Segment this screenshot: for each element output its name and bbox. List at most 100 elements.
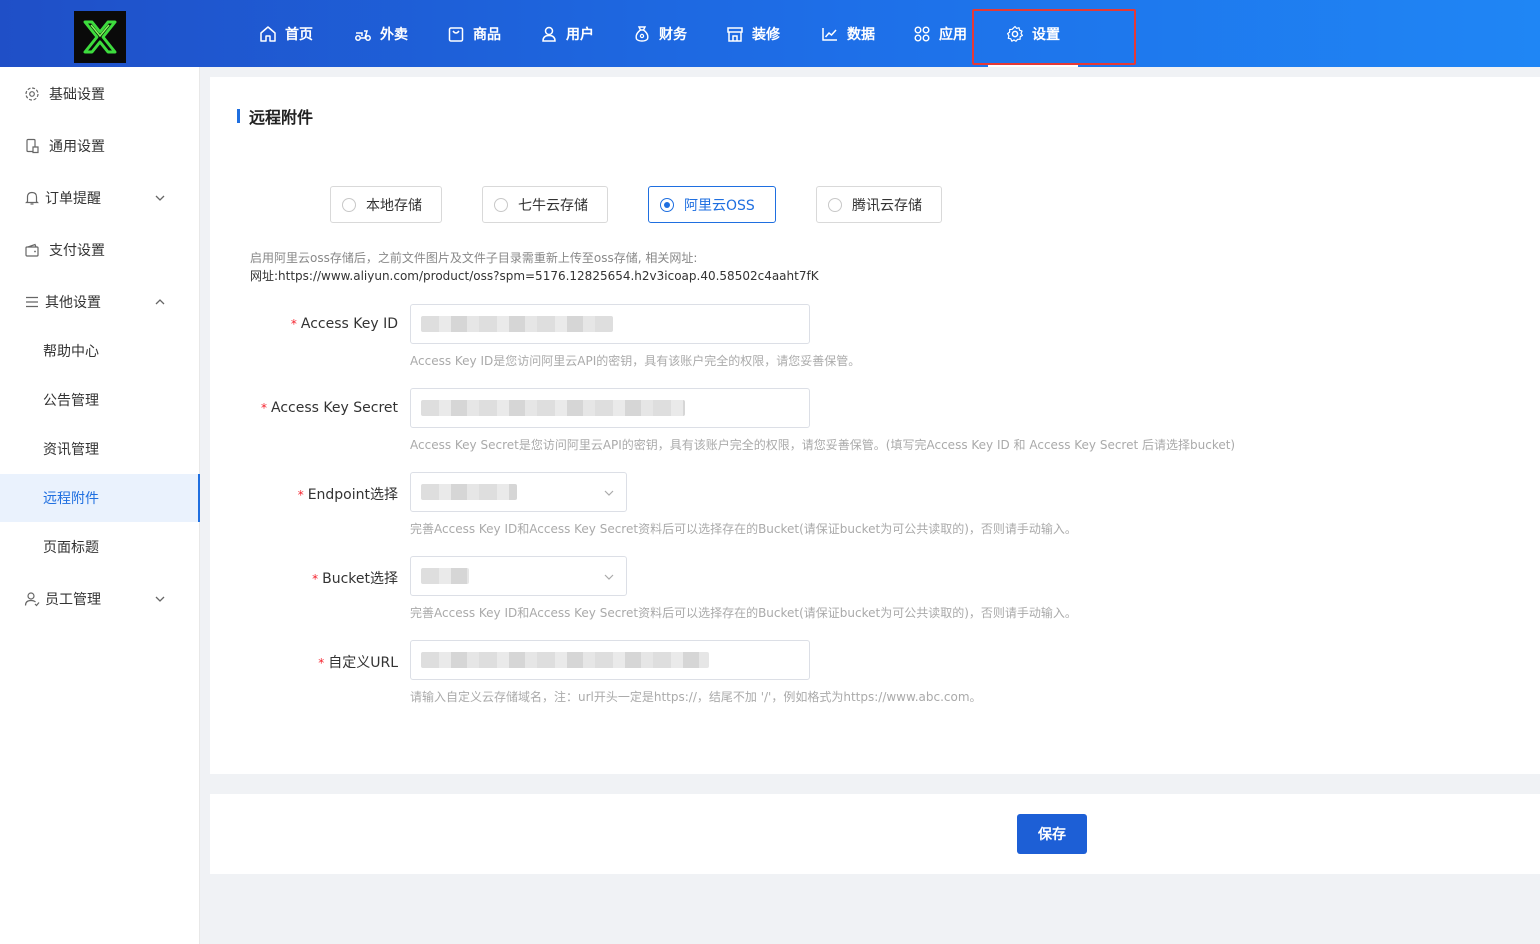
sidebar-subitem-label: 页面标题 (43, 540, 99, 556)
storage-option-aliyun-oss[interactable]: 阿里云OSS (648, 186, 776, 223)
custom-url-label: * 自定义URL (318, 655, 398, 671)
sidebar-subitem-remote-attachment[interactable]: 远程附件 (0, 474, 200, 522)
custom-url-help: 请输入自定义云存储域名，注：url开头一定是https://，结尾不加 '/'，… (410, 690, 982, 704)
page-title: 远程附件 (237, 106, 313, 127)
sidebar-subitem-page-title[interactable]: 页面标题 (0, 523, 199, 571)
endpoint-select[interactable] (410, 472, 627, 512)
nav-data[interactable]: 数据 (821, 0, 875, 67)
sidebar-subitem-announcements[interactable]: 公告管理 (0, 376, 199, 424)
storage-option-qiniu[interactable]: 七牛云存储 (482, 186, 608, 223)
access-key-secret-input[interactable] (410, 388, 810, 428)
masked-value (421, 400, 685, 416)
bucket-label: * Bucket选择 (312, 571, 398, 587)
nav-label: 商品 (473, 26, 501, 43)
sidebar-item-payment-settings[interactable]: 支付设置 (0, 226, 199, 274)
access-key-id-label: * Access Key ID (290, 316, 398, 332)
sidebar-item-other-settings[interactable]: 其他设置 (0, 278, 199, 326)
sidebar-subitem-news[interactable]: 资讯管理 (0, 425, 199, 473)
nav-users[interactable]: 用户 (540, 0, 594, 67)
nav-goods[interactable]: 商品 (447, 0, 501, 67)
nav-label: 数据 (847, 26, 875, 43)
chevron-down-icon (155, 596, 165, 602)
app-logo[interactable] (74, 11, 126, 63)
storage-option-tencent[interactable]: 腾讯云存储 (816, 186, 942, 223)
sidebar-subitem-label: 帮助中心 (43, 344, 99, 360)
masked-value (421, 484, 517, 500)
endpoint-help: 完善Access Key ID和Access Key Secret资料后可以选择… (410, 522, 1077, 536)
remote-attachment-card: 远程附件 本地存储 七牛云存储 阿里云OSS 腾讯云存储 启用阿里云oss存储后… (210, 77, 1540, 774)
sidebar-item-order-reminder[interactable]: 订单提醒 (0, 174, 199, 222)
sidebar-item-general-settings[interactable]: 通用设置 (0, 122, 199, 170)
radio-dot-checked (660, 197, 674, 212)
oss-notice-url[interactable]: 网址:https://www.aliyun.com/product/oss?sp… (250, 267, 819, 284)
nav-finance[interactable]: 财务 (633, 0, 687, 67)
sidebar-item-label: 其他设置 (45, 295, 101, 311)
sidebar-item-label: 通用设置 (49, 139, 105, 155)
nav-apps[interactable]: 应用 (913, 0, 967, 67)
sidebar-item-label: 订单提醒 (45, 191, 101, 207)
oss-notice-text: 启用阿里云oss存储后，之前文件图片及文件子目录需重新上传至oss存储, 相关网… (250, 251, 698, 265)
storage-option-local[interactable]: 本地存储 (330, 186, 442, 223)
chevron-up-icon (155, 299, 165, 305)
endpoint-label-text: Endpoint选择 (307, 487, 398, 503)
gear-icon (25, 87, 39, 101)
save-button[interactable]: 保存 (1017, 814, 1087, 854)
custom-url-input[interactable] (410, 640, 810, 680)
nav-label: 首页 (285, 26, 313, 43)
chevron-down-icon (604, 490, 614, 496)
nav-home[interactable]: 首页 (259, 0, 313, 67)
storage-option-label: 本地存储 (366, 197, 422, 214)
nav-active-indicator (988, 64, 1078, 67)
nav-label: 外卖 (380, 26, 408, 43)
nav-label: 装修 (752, 26, 780, 43)
endpoint-label: * Endpoint选择 (297, 487, 398, 503)
nav-settings[interactable]: 设置 (1006, 0, 1060, 67)
top-navigation-bar: 首页 外卖 商品 用户 财务 装修 数据 应用 设置 (0, 0, 1540, 67)
masked-value (421, 652, 709, 668)
action-bar: 保存 (210, 794, 1540, 874)
money-bag-icon (635, 25, 649, 42)
chevron-down-icon (604, 574, 614, 580)
scooter-icon (355, 29, 371, 41)
sidebar-item-label: 支付设置 (49, 243, 105, 259)
sidebar-item-basic-settings[interactable]: 基础设置 (0, 70, 199, 118)
gear-icon (1007, 25, 1023, 42)
phone-icon (26, 138, 39, 154)
list-icon (26, 296, 38, 308)
user-icon (542, 26, 556, 42)
nav-decoration[interactable]: 装修 (726, 0, 780, 67)
sidebar-subitem-label: 资讯管理 (43, 442, 99, 458)
bucket-help: 完善Access Key ID和Access Key Secret资料后可以选择… (410, 606, 1077, 620)
storage-option-label: 七牛云存储 (518, 197, 588, 214)
bucket-label-text: Bucket选择 (322, 571, 398, 587)
sidebar-item-label: 员工管理 (45, 592, 101, 608)
nav-label: 财务 (659, 26, 687, 43)
storage-option-label: 阿里云OSS (684, 197, 755, 214)
nav-takeout[interactable]: 外卖 (354, 0, 408, 67)
access-key-secret-label-text: Access Key Secret (271, 400, 398, 416)
nav-label: 设置 (1032, 26, 1060, 43)
sidebar-item-label: 基础设置 (49, 87, 105, 103)
chevron-down-icon (155, 195, 165, 201)
sidebar-subitem-label: 公告管理 (43, 393, 99, 409)
x-logo-icon (83, 20, 117, 54)
sidebar-subitem-help-center[interactable]: 帮助中心 (0, 327, 199, 375)
home-icon (260, 25, 276, 42)
access-key-secret-label: * Access Key Secret (261, 400, 398, 416)
bag-icon (448, 26, 464, 42)
masked-value (421, 316, 613, 332)
masked-value (421, 568, 469, 584)
sidebar-item-staff-management[interactable]: 员工管理 (0, 575, 199, 623)
bucket-select[interactable] (410, 556, 627, 596)
access-key-id-input[interactable] (410, 304, 810, 344)
access-key-id-help: Access Key ID是您访问阿里云API的密钥，具有该账户完全的权限，请您… (410, 354, 861, 368)
storefront-icon (727, 26, 743, 42)
access-key-secret-help: Access Key Secret是您访问阿里云API的密钥，具有该账户完全的权… (410, 438, 1236, 452)
storage-option-label: 腾讯云存储 (852, 197, 922, 214)
user-icon (24, 592, 40, 607)
radio-dot (494, 197, 508, 212)
radio-dot (342, 197, 356, 212)
apps-grid-icon (914, 26, 930, 41)
sidebar-subitem-label: 远程附件 (43, 491, 99, 507)
wallet-icon (25, 243, 39, 257)
